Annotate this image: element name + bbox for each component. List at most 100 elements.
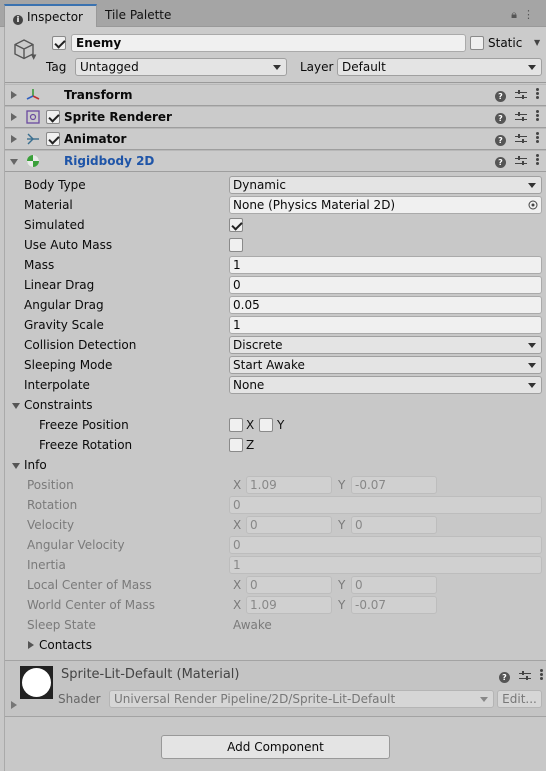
component-controls: ? [495,154,539,168]
freeze-rotation-z-checkbox[interactable] [229,438,243,452]
axis-y-label: Y [338,518,346,532]
axis-y-label: Y [338,478,346,492]
position-x-field: 1.09 [246,476,332,494]
component-rigidbody2d-header[interactable]: Rigidbody 2D ? [5,150,546,172]
simulated-checkbox[interactable] [229,218,243,232]
static-checkbox[interactable] [470,36,484,50]
context-menu-icon[interactable] [536,154,539,166]
component-controls: ? [495,110,539,124]
context-menu-icon[interactable] [536,88,539,100]
sprite-renderer-icon [26,110,40,124]
collision-detection-dropdown[interactable]: Discrete [229,336,542,354]
material-foldout-icon[interactable] [11,701,17,709]
component-enabled-checkbox[interactable] [46,110,60,124]
shader-dropdown[interactable]: Universal Render Pipeline/2D/Sprite-Lit-… [109,690,494,708]
material-preview-thumbnail[interactable] [20,666,53,699]
help-icon[interactable]: ? [495,91,506,102]
body-type-label: Body Type [24,178,86,192]
angular-drag-field[interactable]: 0.05 [229,296,542,314]
context-menu-icon[interactable] [536,110,539,122]
local-com-x-field: 0 [246,576,332,594]
presets-icon[interactable] [515,90,527,100]
interpolate-value: None [233,378,265,392]
material-object-field[interactable]: None (Physics Material 2D) [229,196,542,214]
rotation-label: Rotation [27,498,78,512]
freeze-position-x-checkbox[interactable] [229,418,243,432]
component-sprite-renderer-header[interactable]: Sprite Renderer ? [5,106,546,128]
inertia-label: Inertia [27,558,66,572]
material-title: Sprite-Lit-Default (Material) [61,667,240,682]
local-com-y-field: 0 [351,576,437,594]
active-checkbox[interactable] [52,36,66,50]
shader-edit-button[interactable]: Edit... [497,690,542,708]
linear-drag-field[interactable]: 0 [229,276,542,294]
expand-icon[interactable] [11,91,17,99]
tab-inspector[interactable]: i Inspector [4,4,97,27]
presets-icon[interactable] [515,156,527,166]
body-type-dropdown[interactable]: Dynamic [229,176,542,194]
expand-icon[interactable] [11,113,17,121]
chevron-down-icon [528,343,536,348]
tab-tile-palette[interactable]: Tile Palette [105,4,171,27]
freeze-rotation-label: Freeze Rotation [39,438,133,452]
static-dropdown-icon[interactable]: ▼ [534,38,540,47]
object-picker-icon[interactable] [528,200,538,210]
inspector-panel: ▼ Enemy Static ▼ Tag Untagged Layer Defa… [4,27,546,771]
help-icon[interactable]: ? [495,157,506,168]
contacts-label[interactable]: Contacts [39,636,92,654]
sleeping-mode-label: Sleeping Mode [24,358,113,372]
layer-dropdown[interactable]: Default [337,58,542,76]
window-menu-icon[interactable]: ⋮ [523,8,540,21]
use-auto-mass-checkbox[interactable] [229,238,243,252]
contacts-foldout-icon[interactable] [28,641,34,649]
context-menu-icon[interactable] [540,669,543,681]
angular-drag-label: Angular Drag [24,298,104,312]
interpolate-dropdown[interactable]: None [229,376,542,394]
interpolate-label: Interpolate [24,378,90,392]
tag-value: Untagged [80,60,139,74]
help-icon[interactable]: ? [495,113,506,124]
lock-icon[interactable]: 🔒︎ [511,8,523,21]
help-icon[interactable]: ? [495,135,506,146]
constraints-foldout-icon[interactable] [12,403,20,409]
axis-x-label: X [233,518,242,532]
axis-x-label: X [233,578,242,592]
sleeping-mode-dropdown[interactable]: Start Awake [229,356,542,374]
icon-dropdown-icon[interactable]: ▼ [31,53,36,61]
inertia-field: 1 [229,556,542,574]
freeze-position-y-checkbox[interactable] [259,418,273,432]
context-menu-icon[interactable] [536,132,539,144]
help-icon[interactable]: ? [499,672,510,683]
presets-icon[interactable] [515,134,527,144]
component-enabled-checkbox[interactable] [46,132,60,146]
collapse-icon[interactable] [10,159,18,165]
add-component-button[interactable]: Add Component [161,735,390,759]
axis-y-label: Y [277,418,285,432]
simulated-label: Simulated [24,218,85,232]
world-center-of-mass-label: World Center of Mass [27,598,155,612]
component-transform-header[interactable]: Transform ? [5,84,546,106]
component-title: Rigidbody 2D [64,154,155,168]
component-animator-header[interactable]: Animator ? [5,128,546,150]
gameobject-header: ▼ Enemy Static ▼ Tag Untagged Layer Defa… [5,27,546,83]
axis-x-label: X [246,418,255,432]
presets-icon[interactable] [519,671,531,681]
object-name-field[interactable]: Enemy [71,34,466,52]
info-foldout-icon[interactable] [12,463,20,469]
component-controls: ? [495,132,539,146]
sleeping-mode-value: Start Awake [233,358,305,372]
constraints-label[interactable]: Constraints [24,396,92,414]
presets-icon[interactable] [515,112,527,122]
tag-dropdown[interactable]: Untagged [75,58,287,76]
layer-value: Default [342,60,386,74]
expand-icon[interactable] [11,135,17,143]
chevron-down-icon [480,697,488,702]
tag-label: Tag [46,60,67,74]
mass-field[interactable]: 1 [229,256,542,274]
component-title: Animator [64,132,127,146]
animator-icon [27,133,39,145]
component-title: Sprite Renderer [64,110,172,124]
info-label[interactable]: Info [24,456,47,474]
info-icon: i [13,15,23,25]
gravity-scale-field[interactable]: 1 [229,316,542,334]
